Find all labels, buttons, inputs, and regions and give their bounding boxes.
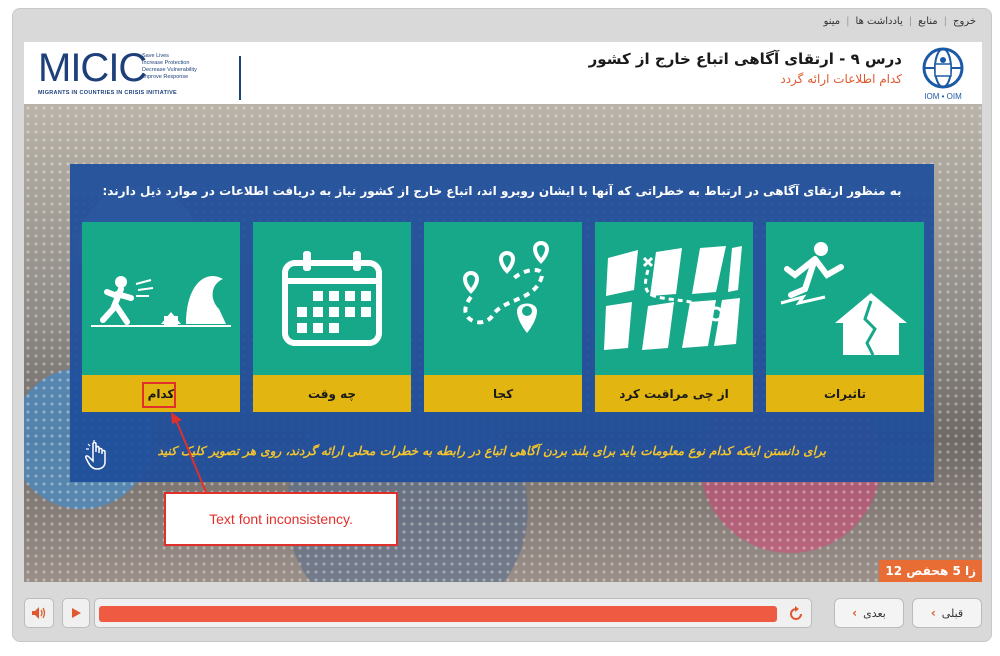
person-fleeing-tsunami-icon <box>91 275 231 327</box>
progress-fill <box>99 606 777 622</box>
tile-what-to-watch[interactable]: از چی مراقبت کرد <box>595 222 753 412</box>
instruction-text: به منظور ارتقای آگاهی در ارتباط به خطرات… <box>102 184 902 198</box>
lesson-stage: به منظور ارتقای آگاهی در ارتباط به خطرات… <box>24 104 982 582</box>
micic-tagline: Save Lives Increase Protection Decrease … <box>142 53 197 81</box>
play-button[interactable] <box>62 598 90 628</box>
course-header: MICIC Save Lives Increase Protection Dec… <box>24 42 982 104</box>
play-icon <box>72 608 81 618</box>
chevron-right-icon: › <box>852 606 858 620</box>
nav-separator: | <box>943 16 948 27</box>
lesson-title-block: درس ۹ - ارتقای آگاهی اتباع خارج از کشور … <box>589 50 902 86</box>
top-navigation: خروج | منابع | یادداشت ها | مینو <box>824 16 976 27</box>
micic-tagline-line: Decrease Vulnerability <box>142 67 197 73</box>
micic-subtitle: MIGRANTS IN COUNTRIES IN CRISIS INITIATI… <box>38 90 178 96</box>
lesson-title: درس ۹ - ارتقای آگاهی اتباع خارج از کشور <box>588 50 902 68</box>
micic-tagline-line: Improve Response <box>142 74 189 80</box>
topic-tiles: کدام چه وقت کجا از چی مراقبت کرد تاثیرات <box>82 222 924 414</box>
previous-label: قبلی <box>941 606 964 620</box>
tile-label: کجا <box>424 375 582 412</box>
nav-separator: | <box>908 16 913 27</box>
calendar-icon <box>282 250 382 346</box>
resources-link[interactable]: منابع <box>918 16 938 27</box>
tile-art <box>766 222 924 375</box>
iom-logo: IOM • OIM <box>914 46 972 104</box>
tile-art <box>253 222 411 375</box>
tile-art <box>82 222 240 375</box>
previous-button[interactable]: قبلی › <box>912 598 982 628</box>
tile-label: تاثیرات <box>766 375 924 412</box>
replay-icon[interactable] <box>787 605 805 623</box>
iom-globe-icon <box>922 47 964 89</box>
speaker-icon <box>32 607 46 619</box>
location-pins-route-icon <box>462 240 550 333</box>
next-label: بعدی <box>863 606 886 620</box>
content-panel: به منظور ارتقای آگاهی در ارتباط به خطرات… <box>70 164 934 482</box>
tile-effects[interactable]: تاثیرات <box>766 222 924 412</box>
falling-person-broken-house-icon <box>780 241 907 356</box>
annotation-note: Text font inconsistency. <box>164 492 398 546</box>
progress-bar[interactable] <box>94 598 812 628</box>
exit-link[interactable]: خروج <box>953 16 976 27</box>
tile-where[interactable]: کجا <box>424 222 582 412</box>
micic-logo-word: MICIC <box>38 46 147 90</box>
tile-which[interactable]: کدام <box>82 222 240 412</box>
logo-divider <box>239 56 241 100</box>
iom-label: IOM • OIM <box>924 92 962 101</box>
map-route-icon <box>604 245 742 350</box>
chevron-right-icon: › <box>930 606 936 620</box>
tile-label: از چی مراقبت کرد <box>595 375 753 412</box>
tile-label: کدام <box>82 375 240 412</box>
player-controls: بعدی › قبلی › <box>24 594 982 632</box>
tile-label: چه وقت <box>253 375 411 412</box>
notes-link[interactable]: یادداشت ها <box>856 16 903 27</box>
mute-button[interactable] <box>24 598 54 628</box>
micic-tagline-line: Increase Protection <box>142 60 190 66</box>
instruction-hint: برای دانستن اینکه کدام نوع معلومات باید … <box>157 444 826 458</box>
tile-art <box>424 222 582 375</box>
tile-when[interactable]: چه وقت <box>253 222 411 412</box>
menu-link[interactable]: مینو <box>824 16 841 27</box>
micic-tagline-line: Save Lives <box>142 53 169 59</box>
lesson-subtitle: کدام اطلاعات ارائه گردد <box>780 72 902 86</box>
next-button[interactable]: بعدی › <box>834 598 904 628</box>
micic-logo: MICIC Save Lives Increase Protection Dec… <box>38 46 248 100</box>
tile-art <box>595 222 753 375</box>
nav-separator: | <box>846 16 850 27</box>
page-counter: 12 زا 5 هحفص <box>879 560 982 582</box>
